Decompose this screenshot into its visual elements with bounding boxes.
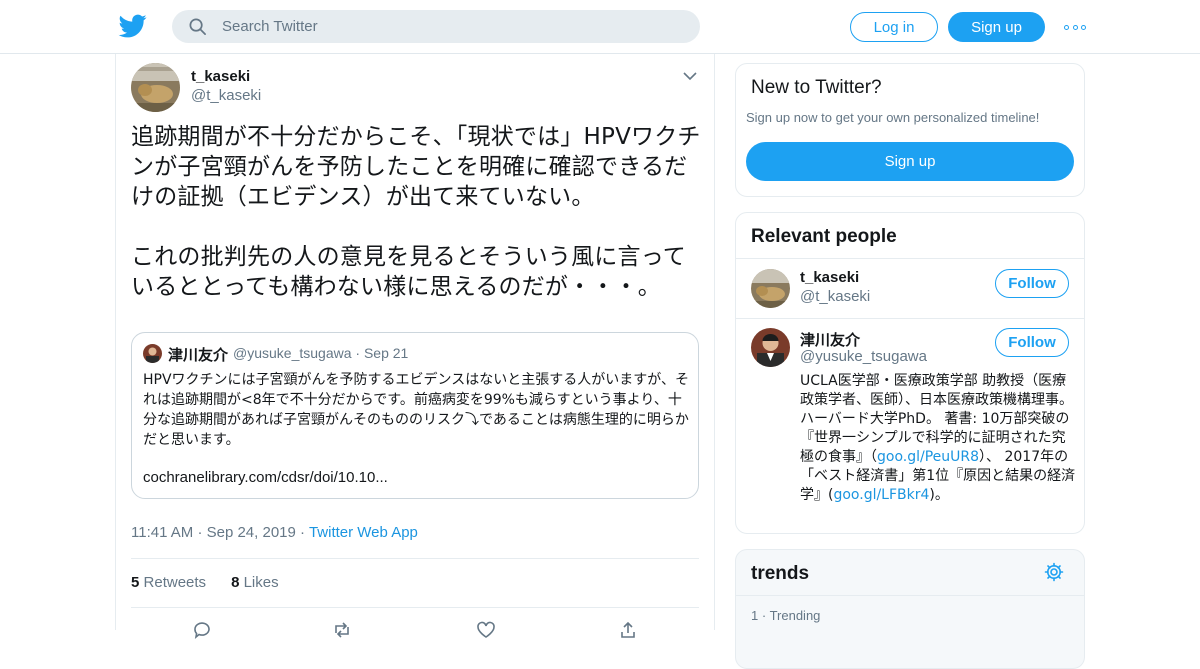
tweet-timestamp: 11:41 AM · Sep 24, 2019 · Twitter Web Ap…: [131, 524, 418, 541]
person-name[interactable]: 津川友介: [800, 329, 860, 350]
likes-count: 8: [231, 574, 240, 591]
trend-item-meta[interactable]: 1 · Trending: [751, 608, 820, 623]
signup-button[interactable]: Sign up: [948, 12, 1045, 42]
chevron-down-icon[interactable]: [682, 70, 698, 82]
new-to-twitter-title: New to Twitter?: [751, 77, 882, 98]
quoted-tweet-text: HPVワクチンには子宮頸がんを予防するエビデンスはないと主張する人がいますが、そ…: [143, 372, 689, 448]
trend-label: Trending: [769, 608, 821, 623]
quoted-date: Sep 21: [363, 345, 409, 361]
gear-icon[interactable]: [1044, 562, 1064, 582]
separator-dot: ·: [761, 608, 770, 623]
divider: [131, 558, 699, 559]
relevant-people-card: Relevant people t_kaseki @t_kaseki Follo…: [735, 212, 1085, 534]
tweet-text: 追跡期間が不十分だからこそ、「現状では」HPVワクチンが子宮頸がんを予防したこと…: [131, 124, 701, 300]
quoted-author-name: 津川友介: [168, 347, 229, 364]
twitter-logo-icon[interactable]: [118, 12, 148, 40]
author-name[interactable]: t_kaseki: [191, 68, 250, 85]
quoted-handle-text: @yusuke_tsugawa: [233, 345, 352, 361]
avatar[interactable]: [131, 63, 180, 112]
divider: [736, 595, 1084, 596]
tweet-date[interactable]: Sep 24, 2019: [207, 524, 296, 541]
tweet-time[interactable]: 11:41 AM: [131, 524, 193, 541]
relevant-people-title: Relevant people: [751, 226, 897, 247]
avatar[interactable]: [751, 328, 790, 367]
person-handle[interactable]: @t_kaseki: [800, 288, 870, 305]
bio-link[interactable]: goo.gl/PeuUR8: [877, 449, 979, 465]
separator-dot: ·: [197, 524, 207, 541]
bio-text: )。: [929, 487, 949, 503]
signup-card-button[interactable]: Sign up: [746, 142, 1074, 181]
trend-rank: 1: [751, 608, 759, 623]
retweet-icon[interactable]: [332, 620, 352, 640]
like-icon[interactable]: [476, 620, 496, 640]
separator-dot: ·: [300, 524, 309, 541]
login-button[interactable]: Log in: [850, 12, 938, 42]
person-bio: UCLA医学部・医療政策学部 助教授（医療政策学者、医師）、日本医療政策機構理事…: [800, 372, 1076, 505]
trends-card: trends 1 · Trending: [735, 549, 1085, 669]
likes-stat[interactable]: 8 Likes: [231, 574, 279, 591]
avatar[interactable]: [751, 269, 790, 308]
quoted-tweet[interactable]: 津川友介 @yusuke_tsugawa · Sep 21 HPVワクチンには子…: [131, 332, 699, 499]
separator-dot: ·: [355, 345, 364, 361]
author-handle[interactable]: @t_kaseki: [191, 87, 261, 104]
search-icon: [189, 18, 206, 35]
tweet-source-link[interactable]: Twitter Web App: [309, 524, 418, 541]
retweets-stat[interactable]: 5 Retweets: [131, 574, 206, 591]
person-name[interactable]: t_kaseki: [800, 269, 859, 286]
avatar: [143, 344, 162, 363]
person-handle[interactable]: @yusuke_tsugawa: [800, 348, 927, 365]
search-box[interactable]: [172, 10, 700, 43]
retweets-label: Retweets: [143, 574, 207, 591]
trends-title: trends: [751, 563, 810, 584]
tweet-stats: 5 Retweets 8 Likes: [131, 574, 279, 591]
top-navigation-bar: Log in Sign up: [0, 0, 1200, 54]
new-to-twitter-subtitle: Sign up now to get your own personalized…: [746, 110, 1040, 125]
divider: [736, 258, 1084, 259]
divider: [736, 318, 1084, 319]
retweets-count: 5: [131, 574, 140, 591]
tweet-detail-column: t_kaseki @t_kaseki 追跡期間が不十分だからこそ、「現状では」H…: [115, 54, 715, 640]
avatar-photo-icon: [131, 63, 180, 112]
quoted-author-handle: @yusuke_tsugawa · Sep 21: [233, 345, 408, 361]
follow-button[interactable]: Follow: [995, 269, 1069, 298]
follow-button[interactable]: Follow: [995, 328, 1069, 357]
bio-link[interactable]: goo.gl/LFBkr4: [833, 487, 929, 503]
share-icon[interactable]: [618, 620, 638, 640]
more-options-icon[interactable]: [1064, 18, 1086, 36]
reply-icon[interactable]: [192, 620, 212, 640]
quoted-tweet-link[interactable]: cochranelibrary.com/cdsr/doi/10.10...: [143, 469, 388, 486]
divider: [131, 607, 699, 608]
search-input[interactable]: [222, 10, 682, 43]
likes-label: Likes: [243, 574, 279, 591]
new-to-twitter-card: New to Twitter? Sign up now to get your …: [735, 63, 1085, 197]
